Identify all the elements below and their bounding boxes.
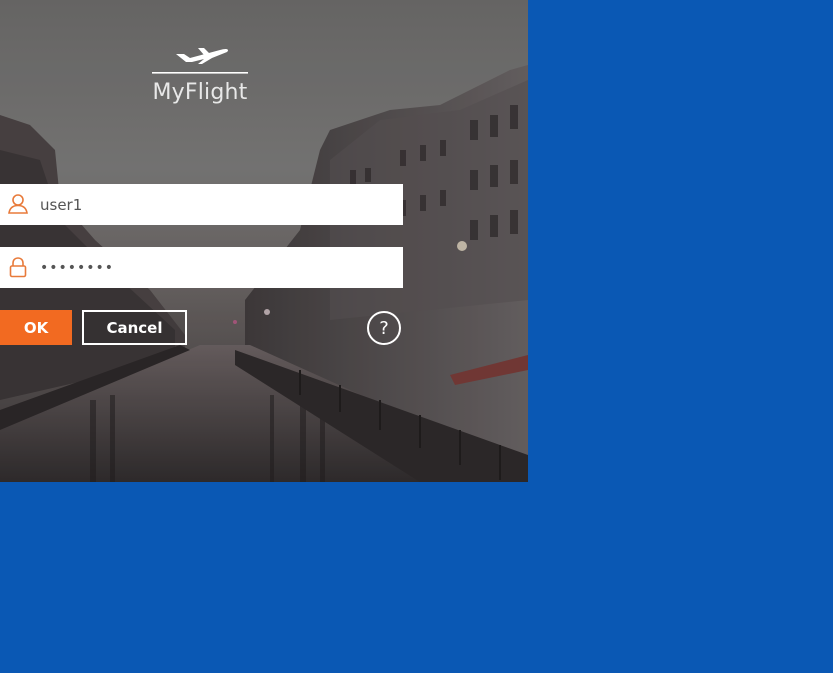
password-field[interactable]: [0, 247, 403, 288]
app-logo: MyFlight: [150, 40, 250, 105]
username-field[interactable]: [0, 184, 403, 225]
lock-icon: [9, 257, 27, 278]
username-input[interactable]: [40, 184, 390, 225]
desktop-background: MyFlight OK Cancel ?: [0, 0, 833, 673]
help-icon: ?: [379, 317, 389, 339]
plane-icon: [152, 48, 248, 74]
background-photo: [0, 0, 528, 482]
cancel-button[interactable]: Cancel: [82, 310, 187, 345]
app-title: MyFlight: [152, 80, 248, 105]
help-button[interactable]: ?: [367, 311, 401, 345]
password-input[interactable]: [40, 247, 390, 288]
user-icon: [8, 194, 28, 214]
ok-button[interactable]: OK: [0, 310, 72, 345]
login-window: MyFlight OK Cancel ?: [0, 0, 528, 482]
